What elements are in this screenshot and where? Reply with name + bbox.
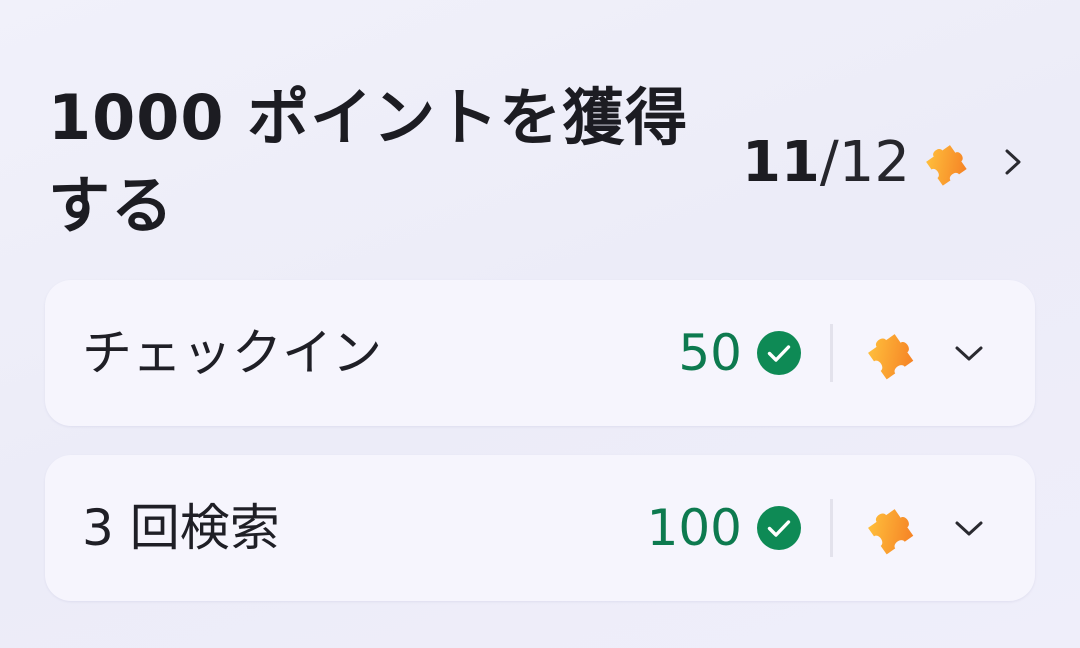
task-label: 3 回検索 bbox=[82, 499, 280, 557]
task-status: 50 bbox=[678, 280, 985, 426]
divider bbox=[830, 499, 833, 557]
task-points: 50 bbox=[678, 324, 742, 382]
task-label: チェックイン bbox=[82, 324, 382, 382]
divider bbox=[830, 324, 833, 382]
puzzle-icon bbox=[868, 334, 914, 380]
puzzle-icon bbox=[868, 509, 914, 555]
check-circle-icon bbox=[757, 506, 801, 550]
challenge-header: 1000 ポイントを獲得 する 11 /12 bbox=[48, 70, 1038, 250]
challenge-title: 1000 ポイントを獲得 する bbox=[48, 74, 748, 250]
task-card-search[interactable]: 3 回検索 100 bbox=[45, 455, 1035, 601]
chevron-right-icon[interactable] bbox=[1000, 147, 1026, 177]
chevron-down-icon[interactable] bbox=[953, 518, 985, 538]
progress-current: 11 bbox=[741, 129, 820, 195]
challenge-title-line2: する bbox=[48, 169, 175, 242]
task-card-checkin[interactable]: チェックイン 50 bbox=[45, 280, 1035, 426]
progress-total: /12 bbox=[819, 129, 910, 195]
task-points: 100 bbox=[646, 499, 742, 557]
task-status: 100 bbox=[647, 455, 985, 601]
challenge-title-line1: 1000 ポイントを獲得 bbox=[48, 81, 689, 154]
chevron-down-icon[interactable] bbox=[953, 343, 985, 363]
progress-indicator[interactable]: 11 /12 bbox=[742, 122, 1026, 202]
check-circle-icon bbox=[757, 331, 801, 375]
puzzle-icon bbox=[926, 145, 967, 186]
